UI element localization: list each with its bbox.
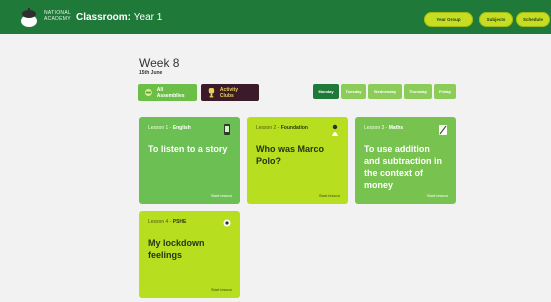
day-tab-wednesday[interactable]: Wednesday xyxy=(368,84,402,99)
lesson-card[interactable]: Lesson 1 - English To listen to a story … xyxy=(139,117,240,204)
lesson-heading: Lesson 2 - Foundation xyxy=(256,125,308,131)
lesson-heading: Lesson 3 - Maths xyxy=(364,125,404,131)
trophy-icon xyxy=(208,88,215,98)
subjects-button[interactable]: Subjects xyxy=(479,12,513,27)
explorer-icon xyxy=(332,124,338,136)
heart-icon xyxy=(223,219,231,227)
academy-line: ACADEMY xyxy=(44,16,71,22)
top-navigation-bar: NATIONAL ACADEMY Classroom: Year 1 Year … xyxy=(0,0,551,34)
acorn-logo-icon[interactable] xyxy=(18,6,40,28)
lesson-subject: English xyxy=(172,125,191,131)
start-lesson-link[interactable]: Start lesson xyxy=(211,287,232,292)
lesson-number: Lesson 1 xyxy=(148,125,169,131)
assemblies-icon xyxy=(144,89,152,96)
schedule-button[interactable]: Schedule xyxy=(516,12,550,27)
week-date: 15th June xyxy=(139,70,163,76)
week-title: Week 8 xyxy=(139,56,180,70)
day-tab-monday[interactable]: Monday xyxy=(313,84,339,99)
lesson-card[interactable]: Lesson 4 - PSHE My lockdown feelings Sta… xyxy=(139,211,240,298)
all-assemblies-button[interactable]: All Assemblies xyxy=(138,84,197,101)
start-lesson-link[interactable]: Start lesson xyxy=(427,193,448,198)
phone-icon xyxy=(224,124,230,135)
lesson-title: My lockdown feelings xyxy=(148,238,205,260)
all-assemblies-label: All Assemblies xyxy=(156,86,185,99)
day-tab-tuesday[interactable]: Tuesday xyxy=(341,84,366,99)
lesson-heading: Lesson 1 - English xyxy=(148,125,191,131)
year-group-button[interactable]: Year Group xyxy=(424,12,473,27)
lesson-title: To listen to a story xyxy=(148,144,228,154)
calculator-icon xyxy=(439,125,447,135)
lesson-subject: PSHE xyxy=(172,219,187,225)
start-lesson-link[interactable]: Start lesson xyxy=(319,193,340,198)
lesson-subject: Maths xyxy=(388,125,404,131)
start-lesson-link[interactable]: Start lesson xyxy=(211,193,232,198)
lesson-heading: Lesson 4 - PSHE xyxy=(148,219,187,225)
classroom-title: Classroom: Year 1 xyxy=(76,12,162,23)
lesson-title: To use addition and subtraction in the c… xyxy=(364,144,443,190)
lesson-title: Who was Marco Polo? xyxy=(256,144,325,166)
lesson-subject: Foundation xyxy=(280,125,308,131)
activity-clubs-button[interactable]: Activity Clubs xyxy=(201,84,259,101)
classroom-label: Classroom: xyxy=(76,12,132,23)
lesson-card[interactable]: Lesson 3 - Maths To use addition and sub… xyxy=(355,117,456,204)
lesson-card[interactable]: Lesson 2 - Foundation Who was Marco Polo… xyxy=(247,117,348,204)
academy-name: NATIONAL ACADEMY xyxy=(44,10,71,22)
classroom-name: Year 1 xyxy=(133,12,163,23)
day-tab-friday[interactable]: Friday xyxy=(434,84,456,99)
day-tab-thursday[interactable]: Thursday xyxy=(404,84,432,99)
lesson-number: Lesson 4 xyxy=(148,219,169,225)
lesson-number: Lesson 3 xyxy=(364,125,385,131)
lesson-number: Lesson 2 xyxy=(256,125,277,131)
activity-clubs-label: Activity Clubs xyxy=(219,86,238,99)
